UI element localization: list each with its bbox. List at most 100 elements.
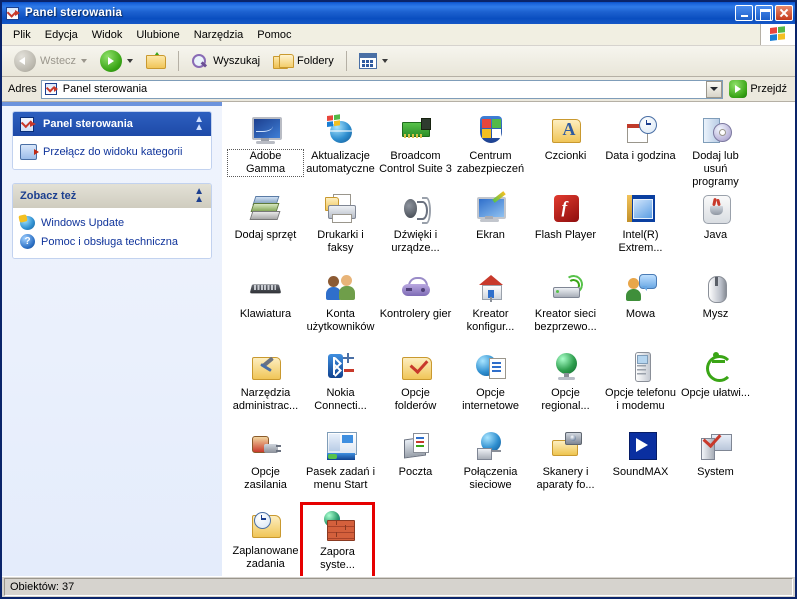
menu-edycja[interactable]: Edycja [38,27,85,43]
control-panel-item[interactable]: Połączenia sieciowe [453,426,528,505]
magnifier-icon [191,53,209,70]
sidebar-link-windows-update-label: Windows Update [41,217,125,229]
power-options-icon [250,430,282,462]
control-panel-item[interactable]: A Czcionki [528,110,603,189]
control-panel-item[interactable]: Opcje telefonu i modemu [603,347,678,426]
control-panel-item[interactable]: SoundMAX [603,426,678,505]
control-panel-item[interactable]: Opcje regional... [528,347,603,426]
up-folder-icon [146,52,167,70]
control-panel-item-label: SoundMAX [612,466,669,478]
folders-icon [273,53,295,70]
sidebar-link-windows-update[interactable]: Windows Update [20,214,204,232]
control-panel-item-label: System [697,466,734,478]
go-button[interactable]: Przejdź [727,79,792,99]
toolbar: Wstecz Wyszukaj Foldery [2,46,795,77]
back-dropdown-icon[interactable] [81,59,88,63]
control-panel-badge-icon [20,116,37,132]
control-panel-item[interactable]: Aktualizacje automatyczne [303,110,378,189]
control-panel-item[interactable]: Broadcom Control Suite 3 [378,110,453,189]
panel-see-also: Zobacz też ▲ ▲ Windows Update ? Pomoc i o… [12,183,212,259]
search-label: Wyszukaj [213,55,261,67]
menu-widok[interactable]: Widok [85,27,130,43]
sidebar-link-switch-view[interactable]: Przełącz do widoku kategorii [20,142,204,162]
java-icon [700,193,732,225]
panel-control-panel-body: Przełącz do widoku kategorii [13,136,211,169]
forward-button[interactable] [94,46,139,76]
control-panel-item[interactable]: Konta użytkowników [303,268,378,347]
address-input[interactable]: Panel sterowania [40,79,724,99]
control-panel-item[interactable]: Drukarki i faksy [303,189,378,268]
folders-button[interactable]: Foldery [267,49,340,74]
views-dropdown-icon[interactable] [381,59,388,63]
control-panel-item[interactable]: Skanery i aparaty fo... [528,426,603,505]
control-panel-item-label: Kreator konfigur... [466,308,515,333]
control-panel-item[interactable]: f Flash Player [528,189,603,268]
chevrons-up-icon[interactable]: ▲ ▲ [194,187,204,205]
sidebar-link-help-support[interactable]: ? Pomoc i obsługa techniczna [20,232,204,251]
control-panel-item[interactable]: Klawiatura [228,268,303,347]
control-panel-item[interactable]: Adobe Gamma [227,110,304,189]
control-panel-item[interactable]: Mysz [678,268,753,347]
search-button[interactable]: Wyszukaj [185,49,266,74]
back-arrow-icon [14,50,36,72]
control-panel-item[interactable]: Kreator sieci bezprzewo... [528,268,603,347]
panel-control-panel-header[interactable]: Panel sterowania ▲ ▲ [13,112,211,136]
menu-narzedzia[interactable]: Narzędzia [187,27,251,43]
address-bar: Adres Panel sterowania Przejdź [2,77,795,102]
control-panel-item[interactable]: Kontrolery gier [378,268,453,347]
address-dropdown-button[interactable] [706,80,723,98]
accessibility-options-icon [700,351,733,383]
control-panel-item[interactable]: Opcje ułatwi... [678,347,753,426]
window-content: Panel sterowania ▲ ▲ Przełącz do widoku k… [2,102,795,576]
speech-icon [625,272,657,304]
automatic-updates-icon [325,114,357,146]
control-panel-item[interactable]: Dodaj lub usuń programy [678,110,753,189]
menu-pomoc[interactable]: Pomoc [250,27,298,43]
control-panel-item-label: Opcje regional... [541,387,590,412]
control-panel-item[interactable]: Ekran [453,189,528,268]
control-panel-item[interactable]: Intel(R) Extrem... [603,189,678,268]
control-panel-grid: Adobe Gamma Aktualizacje automatyczne Broa… [222,102,795,576]
control-panel-item-label: Java [703,229,728,241]
control-panel-item[interactable]: System [678,426,753,505]
control-panel-item[interactable]: Java [678,189,753,268]
control-panel-item[interactable]: Opcje internetowe [453,347,528,426]
control-panel-item[interactable]: Data i godzina [603,110,678,189]
menu-ulubione[interactable]: Ulubione [129,27,186,43]
control-panel-item[interactable]: Poczta [378,426,453,505]
control-panel-item-label: Skanery i aparaty fo... [536,466,595,491]
system-icon [700,428,732,462]
sounds-audio-icon [400,193,432,225]
back-button[interactable]: Wstecz [8,46,93,76]
menu-bar: Plik Edycja Widok Ulubione Narzędzia Pom… [2,24,795,46]
panel-see-also-header[interactable]: Zobacz też ▲ ▲ [13,184,211,208]
control-panel-item[interactable]: Mowa [603,268,678,347]
network-setup-wizard-icon [475,272,507,304]
control-panel-item[interactable]: Pasek zadań i menu Start [303,426,378,505]
views-button[interactable] [353,49,394,73]
maximize-button[interactable] [755,5,773,21]
control-panel-item[interactable]: Zapora syste... [300,502,375,576]
control-panel-item[interactable]: Opcje folderów [378,347,453,426]
keyboard-icon [249,272,282,304]
regional-options-icon [550,351,582,383]
panel-control-panel: Panel sterowania ▲ ▲ Przełącz do widoku k… [12,111,212,170]
chevrons-up-icon[interactable]: ▲ ▲ [194,115,204,133]
menu-plik[interactable]: Plik [6,27,38,43]
windows-update-icon [20,216,35,230]
control-panel-item[interactable]: Dodaj sprzęt [228,189,303,268]
close-button[interactable] [775,5,793,21]
forward-dropdown-icon[interactable] [127,59,134,63]
minimize-button[interactable] [735,5,753,21]
up-button[interactable] [140,48,172,74]
control-panel-item-label: Ekran [476,229,505,241]
control-panel-item[interactable]: Dźwięki i urządze... [378,189,453,268]
soundmax-icon [625,430,657,462]
control-panel-item[interactable]: Kreator konfigur... [453,268,528,347]
broadcom-control-suite-icon [400,114,432,146]
control-panel-item[interactable]: Opcje zasilania [228,426,303,505]
control-panel-item[interactable]: Narzędzia administrac... [228,347,303,426]
control-panel-item[interactable]: Zaplanowane zadania [228,505,303,576]
control-panel-item[interactable]: Centrum zabezpieczeń [453,110,528,189]
control-panel-item[interactable]: Nokia Connecti... [303,347,378,426]
